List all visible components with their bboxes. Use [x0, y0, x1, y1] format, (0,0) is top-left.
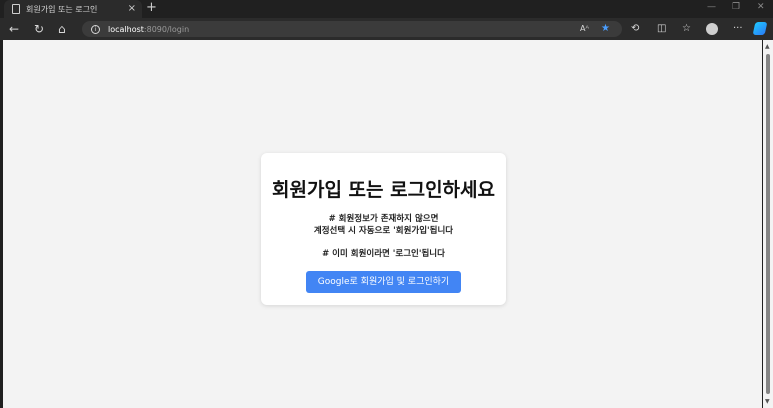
minimize-icon[interactable]: —	[707, 2, 716, 12]
tab-bar: 회원가입 또는 로그인 × + — ❐ ✕	[0, 0, 773, 18]
page-content: 회원가입 또는 로그인하세요 # 회원정보가 존재하지 않으면 계정선택 시 자…	[3, 40, 762, 408]
login-card: 회원가입 또는 로그인하세요 # 회원정보가 존재하지 않으면 계정선택 시 자…	[261, 153, 506, 305]
read-aloud-icon[interactable]: Aᴬ	[580, 22, 589, 36]
extensions-icon[interactable]: ⟲	[631, 22, 639, 36]
info-text: # 회원정보가 존재하지 않으면 계정선택 시 자동으로 '회원가입'됩니다 #…	[261, 213, 506, 260]
page-icon	[12, 4, 20, 14]
favorite-star-icon[interactable]: ★	[601, 22, 610, 36]
close-icon[interactable]: ×	[128, 3, 136, 15]
address-bar[interactable]: i localhost:8090/login	[82, 21, 622, 37]
plus-icon[interactable]: +	[146, 1, 157, 15]
browser-toolbar: ← ↻ ⌂ i localhost:8090/login Aᴬ ★ ⟲ ◫ ☆ …	[0, 18, 773, 40]
browser-tab[interactable]: 회원가입 또는 로그인 ×	[4, 0, 142, 18]
info-line: # 이미 회원이라면 '로그인'됩니다	[322, 249, 445, 259]
more-icon[interactable]: ···	[733, 22, 743, 36]
google-login-button[interactable]: Google로 회원가입 및 로그인하기	[306, 271, 461, 293]
info-line: # 회원정보가 존재하지 않으면	[328, 214, 439, 224]
profile-avatar-icon[interactable]	[706, 23, 718, 35]
refresh-icon[interactable]: ↻	[34, 21, 44, 37]
home-icon[interactable]: ⌂	[58, 21, 66, 37]
page-title: 회원가입 또는 로그인하세요	[272, 179, 495, 201]
scroll-down-icon[interactable]: ▼	[765, 398, 770, 405]
scrollbar-thumb[interactable]	[766, 54, 770, 394]
tab-title: 회원가입 또는 로그인	[26, 4, 98, 14]
scrollbar[interactable]: ▲ ▼	[763, 40, 773, 408]
collections-icon[interactable]: ☆	[682, 22, 691, 36]
url-text: localhost:8090/login	[108, 24, 190, 34]
window-close-icon[interactable]: ✕	[757, 2, 765, 12]
info-line: 계정선택 시 자동으로 '회원가입'됩니다	[313, 226, 454, 236]
maximize-icon[interactable]: ❐	[732, 2, 740, 12]
copilot-icon[interactable]	[752, 22, 768, 35]
scroll-up-icon[interactable]: ▲	[765, 43, 770, 50]
info-icon[interactable]: i	[91, 24, 100, 34]
split-screen-icon[interactable]: ◫	[657, 22, 666, 36]
back-arrow-icon[interactable]: ←	[9, 21, 19, 37]
